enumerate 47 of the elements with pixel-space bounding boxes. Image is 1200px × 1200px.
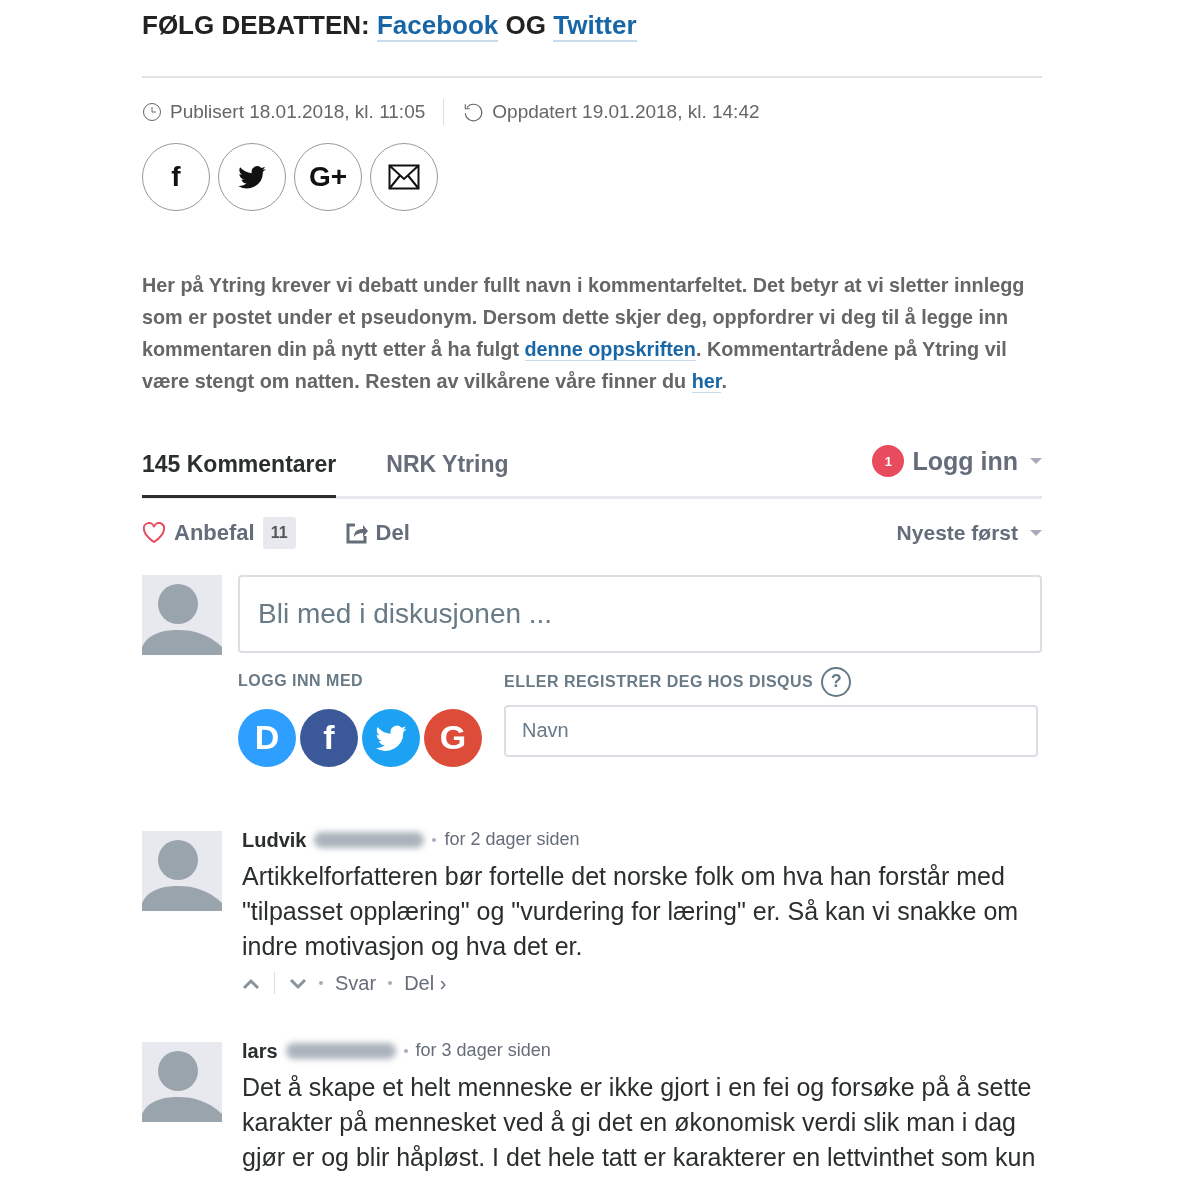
- login-label: LOGG INN MED: [238, 670, 365, 691]
- heading: FØLG DEBATTEN: Facebook OG Twitter: [142, 10, 637, 42]
- refresh-icon: [462, 101, 485, 124]
- comment-action-link[interactable]: Del ›: [404, 967, 447, 998]
- heart-icon: [142, 521, 166, 544]
- comment-time: for 3 dager siden: [415, 1039, 551, 1062]
- twitter-login-button[interactable]: [362, 708, 420, 767]
- share-button[interactable]: f: [142, 142, 210, 211]
- login-provider-button[interactable]: G: [424, 708, 482, 767]
- avatar-icon: [142, 830, 222, 911]
- link[interactable]: Twitter: [553, 10, 637, 42]
- avatar-icon: [142, 574, 222, 655]
- comment-time: for 2 dager siden: [444, 828, 580, 851]
- caret-icon: [1030, 529, 1042, 536]
- name-input[interactable]: Navn: [504, 704, 1038, 757]
- help-button[interactable]: ?: [821, 666, 852, 697]
- tab[interactable]: 145 Kommentarer: [142, 446, 337, 498]
- recommend-count: 11: [262, 516, 296, 549]
- link[interactable]: denne oppskriften: [524, 337, 696, 361]
- comment-input[interactable]: Bli med i diskusjonen ...: [238, 574, 1042, 653]
- recommend-button[interactable]: Anbefal: [142, 516, 255, 549]
- updated-date: Oppdatert 19.01.2018, kl. 14:42: [492, 100, 760, 124]
- comment-text: Det å skape et helt menneske er ikke gjort i en fei og forsøke på å sette karakter på mennesket ved å gi det en økonomisk verdi slik man i dag gjør er og blir håpløst. I det hele tatt er karakterer en lettvinthet som kun: [242, 1071, 1037, 1173]
- login-button[interactable]: Logg inn: [912, 442, 1042, 480]
- link[interactable]: her: [691, 369, 722, 393]
- comment-action-link[interactable]: Svar: [335, 967, 377, 998]
- clock-icon: [142, 102, 162, 123]
- comment-author: Ludvik: [242, 827, 307, 853]
- link[interactable]: Facebook: [376, 10, 499, 42]
- comment-author: lars: [242, 1038, 278, 1064]
- tab[interactable]: NRK Ytring: [386, 446, 509, 498]
- share-icon: [345, 521, 368, 544]
- comment-text: Artikkelforfatteren bør fortelle det norske folk om hva han forstår med "tilpasset opplæring" og "vurdering for læring" er. Så kan vi snakke om indre motivasjon og hva det er.: [242, 860, 1020, 962]
- share-button[interactable]: Del: [345, 516, 410, 549]
- published-date: Publisert 18.01.2018, kl. 11:05: [170, 100, 426, 124]
- register-label: ELLER REGISTRER DEG HOS DISQUS: [504, 671, 814, 692]
- notification-badge: 1: [872, 445, 905, 478]
- login-provider-button[interactable]: D: [238, 708, 296, 767]
- notice-text: Her på Ytring krever vi debatt under fullt navn i kommentarfeltet. Det betyr at vi sletter innlegg som er postet under et pseudonym. Dersom dette skjer deg, oppfordrer vi deg til å legge inn kommentaren din på nytt etter å ha fulgt denne oppskriften. Kommentartrådene på Ytring vil være stengt om natten. Resten av vilkårene våre finner du her.: [142, 272, 1026, 395]
- avatar-icon: [142, 1041, 222, 1122]
- envelope-icon: [388, 163, 420, 190]
- sort-dropdown[interactable]: Nyeste først: [896, 516, 1042, 549]
- login-provider-button[interactable]: f: [300, 708, 358, 767]
- chevron-up-icon: [242, 978, 260, 991]
- chevron-down-icon: [289, 978, 307, 991]
- share-button[interactable]: G+: [294, 142, 362, 211]
- caret-icon: [1030, 458, 1042, 465]
